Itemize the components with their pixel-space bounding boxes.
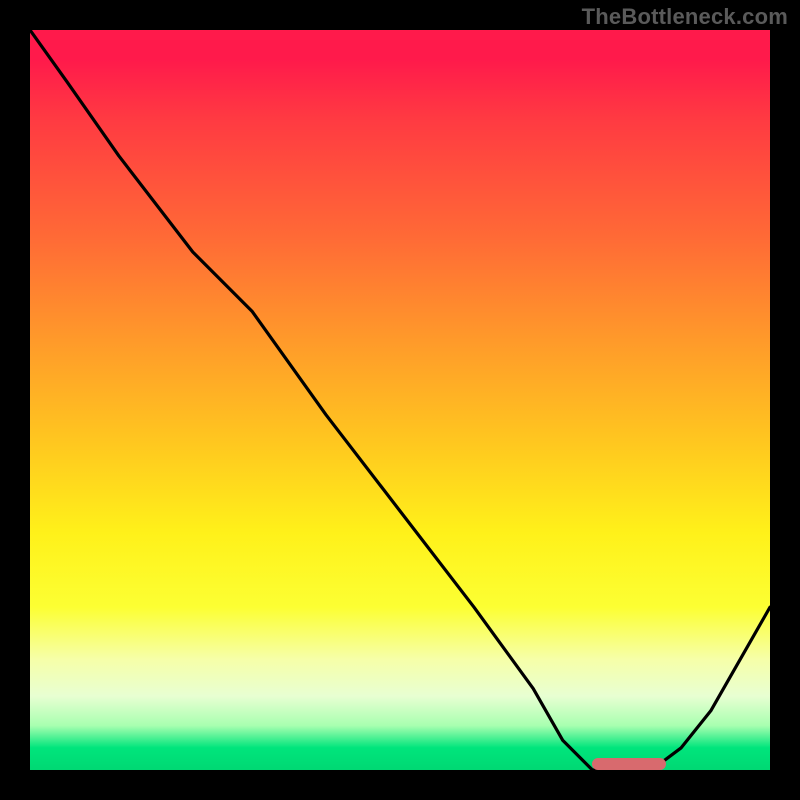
bottleneck-curve <box>30 30 770 770</box>
optimum-marker <box>592 758 666 770</box>
watermark-text: TheBottleneck.com <box>582 4 788 30</box>
plot-area <box>30 30 770 770</box>
curve-line <box>30 30 770 770</box>
chart-container: TheBottleneck.com <box>0 0 800 800</box>
